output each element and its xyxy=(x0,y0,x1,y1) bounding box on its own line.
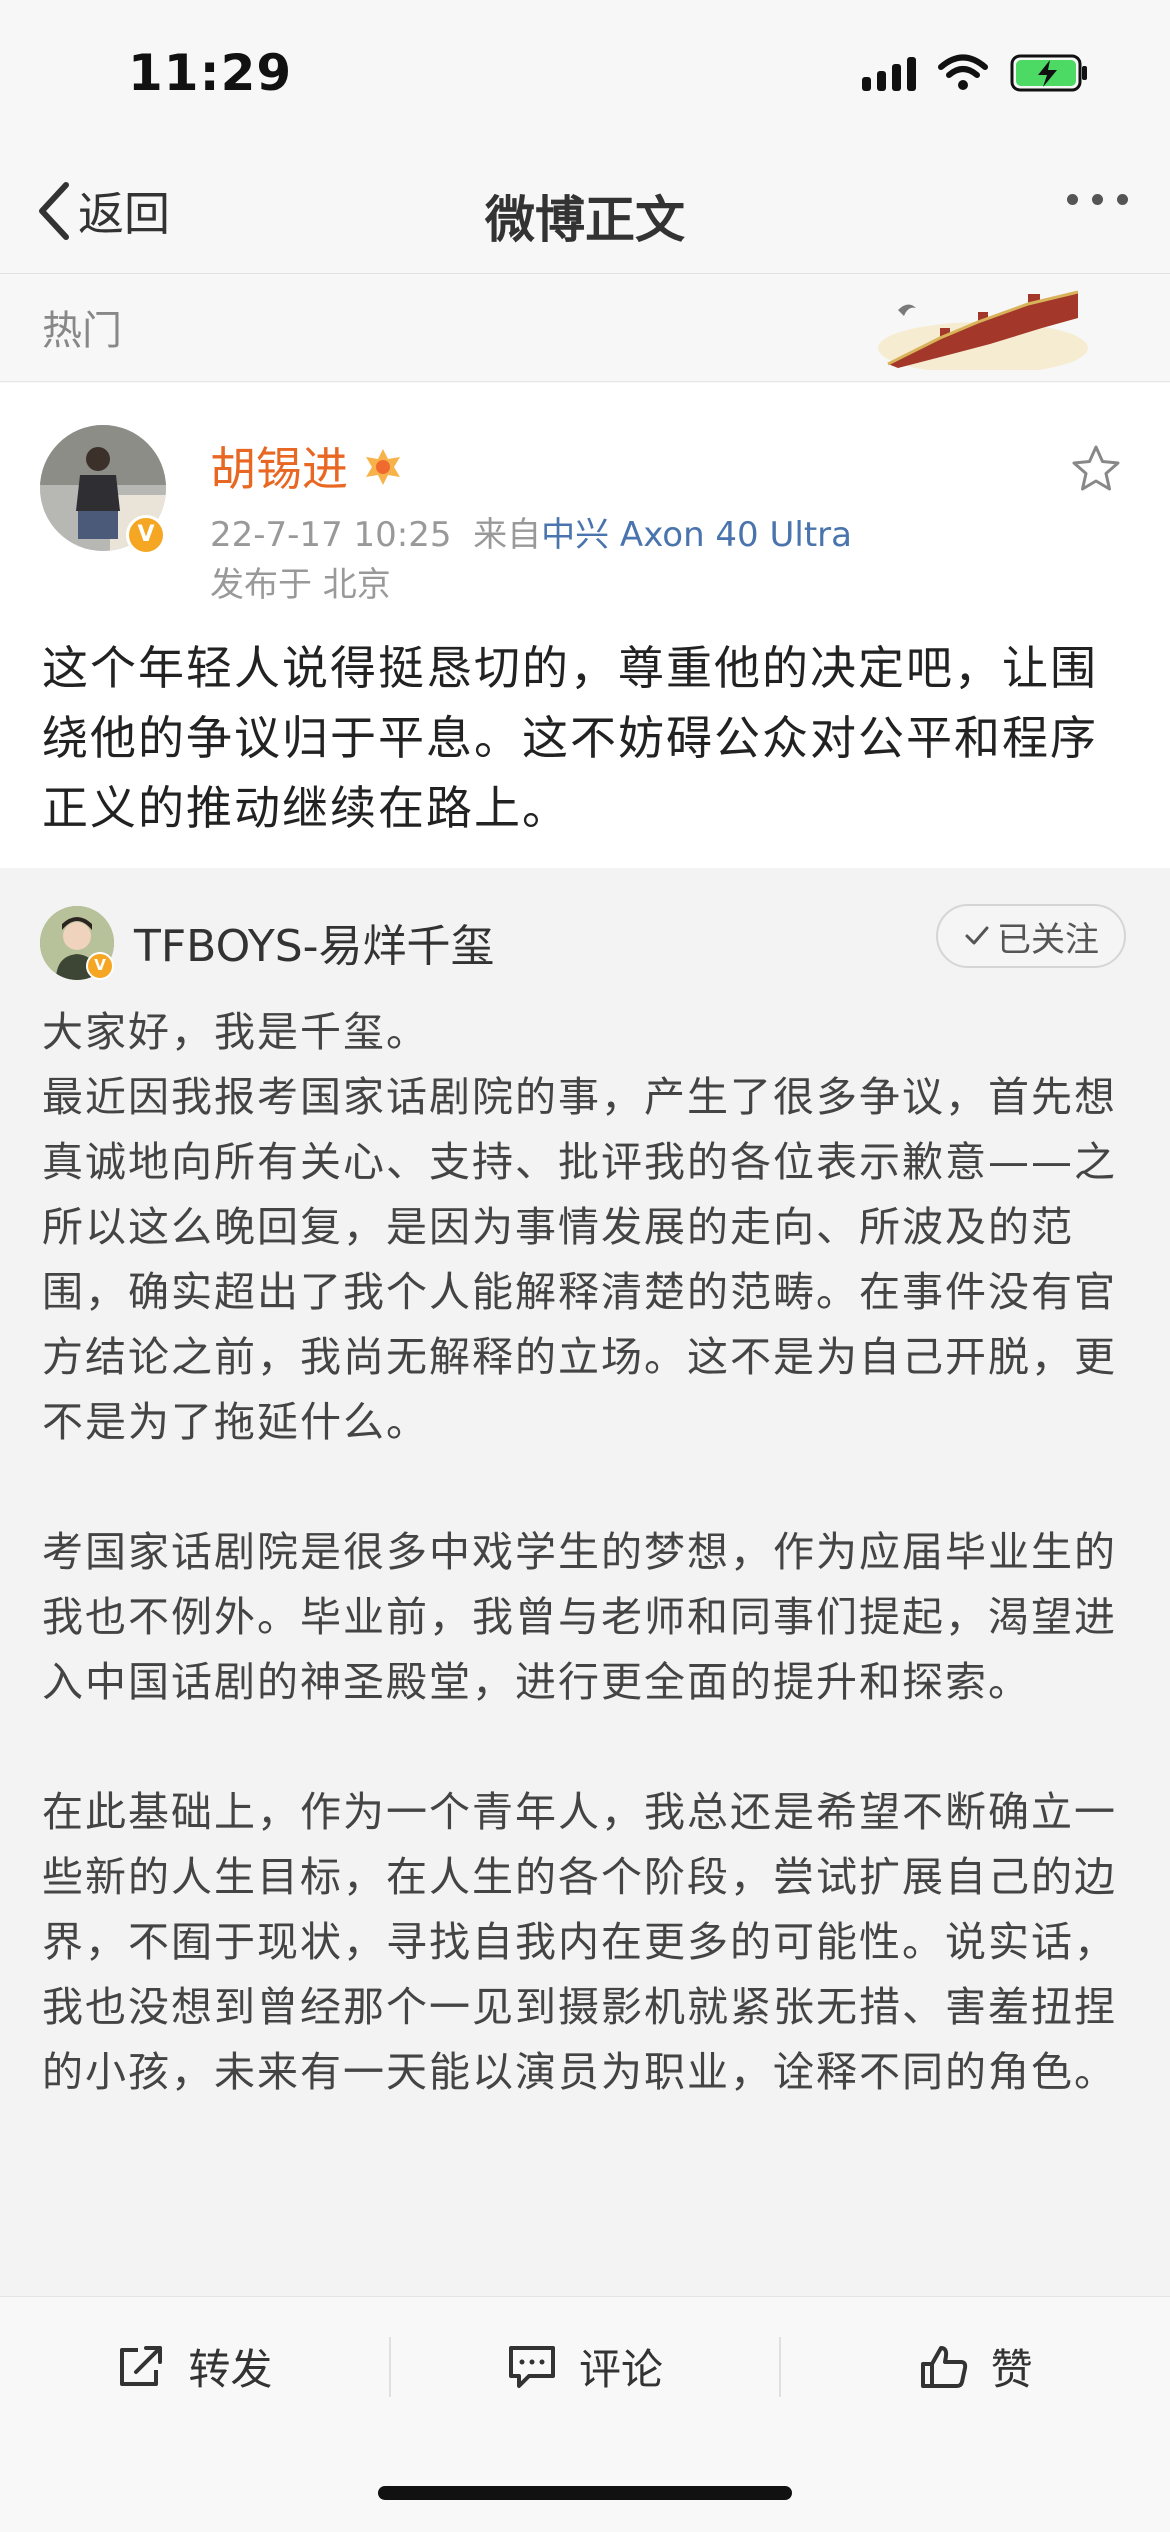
repost-button[interactable]: 转发 xyxy=(0,2336,389,2397)
action-bar: 转发 评论 赞 xyxy=(0,2296,1170,2436)
page-title: 微博正文 xyxy=(485,191,685,249)
post-meta: 22-7-17 10:25 来自中兴 Axon 40 Ultra xyxy=(210,507,852,556)
home-indicator[interactable] xyxy=(378,2486,792,2500)
retweeted-post[interactable]: V TFBOYS-易烊千玺 已关注 大家好，我是千玺。 最近因我报考国家话剧院的… xyxy=(0,868,1170,2296)
like-button[interactable]: 赞 xyxy=(781,2336,1170,2397)
nav-bar: 返回 微博正文 xyxy=(0,150,1170,274)
post-location: 发布于 北京 xyxy=(210,565,391,605)
star-icon[interactable] xyxy=(1070,443,1122,499)
post-timestamp: 22-7-17 10:25 xyxy=(210,515,452,555)
post-card[interactable]: V 胡锡进 22-7-17 10:25 来自中兴 Axon 40 Ultra 发… xyxy=(0,383,1170,868)
comment-button[interactable]: 评论 xyxy=(391,2336,780,2397)
status-icons xyxy=(862,54,1090,92)
repost-label: 转发 xyxy=(188,2345,273,2394)
wifi-icon xyxy=(938,54,988,90)
verified-badge-icon: V xyxy=(86,952,114,980)
status-time: 11:29 xyxy=(128,44,293,102)
status-bar: 11:29 xyxy=(0,0,1170,150)
retweet-text: 大家好，我是千玺。 最近因我报考国家话剧院的事，产生了很多争议，首先想真诚地向所… xyxy=(42,1008,1117,2096)
battery-charging-icon xyxy=(1010,54,1087,92)
follow-label: 已关注 xyxy=(997,919,1099,960)
like-icon xyxy=(920,2345,967,2388)
hot-bar: 热门 xyxy=(0,274,1170,382)
author-name[interactable]: 胡锡进 xyxy=(210,433,404,499)
home-bar xyxy=(0,2436,1170,2532)
device-link[interactable]: 中兴 Axon 40 Ultra xyxy=(541,515,852,555)
more-icon[interactable] xyxy=(1067,194,1128,205)
medal-icon xyxy=(366,449,400,485)
like-label: 赞 xyxy=(990,2345,1033,2394)
post-text: 这个年轻人说得挺恳切的，尊重他的决定吧，让围绕他的争议归于平息。这不妨碍公众对公… xyxy=(42,641,1098,835)
author-name-text[interactable]: 胡锡进 xyxy=(210,433,348,499)
comment-icon xyxy=(509,2345,555,2388)
repost-icon xyxy=(120,2345,163,2386)
great-wall-banner xyxy=(878,288,1088,374)
signal-icon xyxy=(862,55,916,91)
hot-label[interactable]: 热门 xyxy=(42,298,122,356)
comment-label: 评论 xyxy=(579,2345,664,2394)
verified-badge-icon: V xyxy=(126,515,166,555)
source-prefix: 来自 xyxy=(473,515,542,555)
follow-button[interactable]: 已关注 xyxy=(936,904,1126,968)
check-icon xyxy=(965,926,989,945)
retweet-author[interactable]: TFBOYS-易烊千玺 xyxy=(134,910,495,974)
